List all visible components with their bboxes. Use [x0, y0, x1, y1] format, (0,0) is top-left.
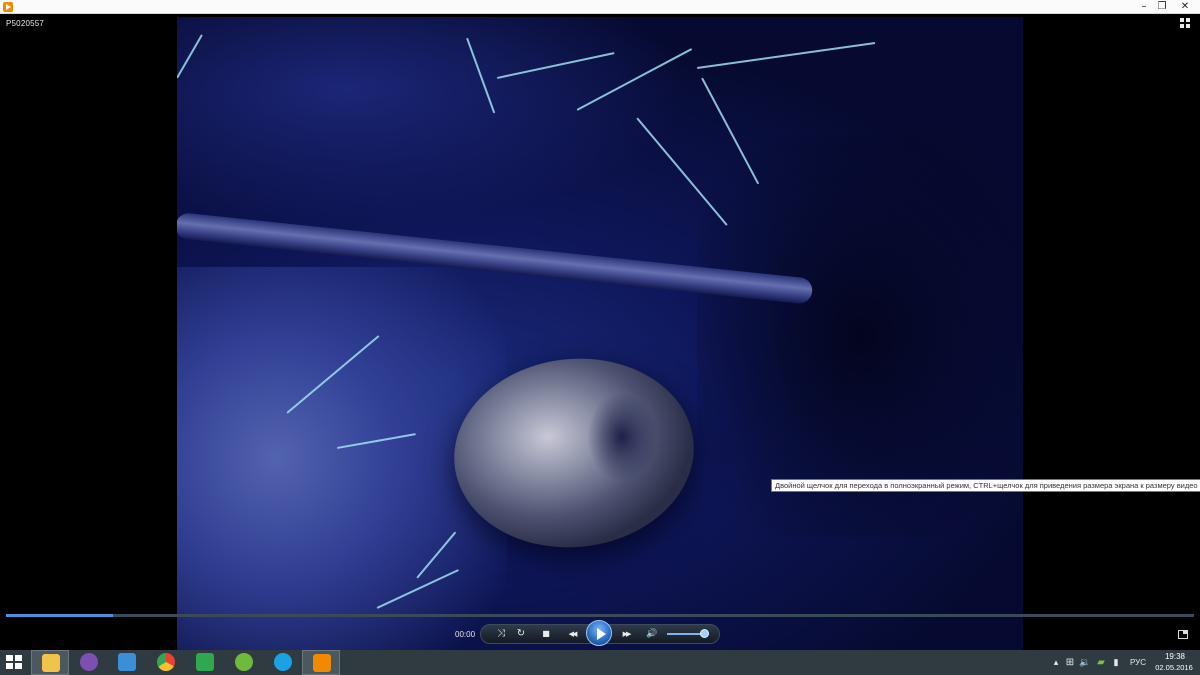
- taskbar-viber[interactable]: [70, 650, 108, 675]
- action-center-icon[interactable]: ⊞: [1064, 650, 1076, 675]
- taskbar-store[interactable]: [186, 650, 224, 675]
- media-player-window: – ❐ ✕ P5020557 Двойной щелчок для перехо…: [0, 0, 1200, 650]
- taskbar-file-explorer[interactable]: [31, 650, 69, 675]
- rewind-button[interactable]: ◀◀: [562, 627, 582, 641]
- file-title: P5020557: [6, 19, 45, 28]
- tray-volume-icon[interactable]: 🔉: [1079, 650, 1091, 675]
- clock-time[interactable]: 19:38: [1155, 652, 1195, 661]
- fullscreen-icon[interactable]: [1178, 630, 1188, 639]
- video-egg-shadow: [587, 392, 657, 482]
- taskbar-utorrent[interactable]: [225, 650, 263, 675]
- video-shadow: [697, 137, 1023, 537]
- minimize-button[interactable]: –: [1134, 0, 1154, 14]
- tray-chevron[interactable]: ▴: [1050, 650, 1062, 675]
- taskbar-audio-app[interactable]: [108, 650, 146, 675]
- taskbar-media-player[interactable]: [302, 650, 340, 675]
- taskbar-skype[interactable]: [264, 650, 302, 675]
- chrome-icon: [157, 653, 175, 671]
- maximize-button[interactable]: ❐: [1152, 0, 1172, 14]
- nvidia-icon[interactable]: ▰: [1094, 650, 1108, 675]
- stop-button[interactable]: ■: [539, 627, 553, 641]
- current-time: 00:00: [455, 630, 476, 639]
- viber-icon: [80, 653, 98, 671]
- network-icon[interactable]: ▮: [1110, 650, 1122, 675]
- media-player-icon[interactable]: [3, 2, 13, 12]
- skype-icon: [274, 653, 292, 671]
- volume-knob[interactable]: [700, 629, 709, 638]
- folder-icon: [42, 654, 60, 672]
- start-button[interactable]: [6, 655, 22, 670]
- shuffle-button[interactable]: ⤨: [494, 627, 508, 641]
- volume-icon[interactable]: 🔊: [645, 627, 659, 641]
- speaker-app-icon: [118, 653, 136, 671]
- switch-to-library-icon[interactable]: [1180, 18, 1192, 30]
- playback-controls: 00:00 ⤨ ↻ ■ ◀◀ ▶▶ 🔊: [0, 618, 1200, 650]
- media-player-icon: [313, 654, 331, 672]
- language-indicator[interactable]: РУС: [1128, 650, 1148, 675]
- seek-progress: [6, 614, 113, 617]
- utorrent-icon: [235, 653, 253, 671]
- volume-level: [667, 633, 701, 635]
- taskbar-chrome[interactable]: [147, 650, 185, 675]
- store-icon: [196, 653, 214, 671]
- clock-date[interactable]: 02.05.2016: [1152, 663, 1196, 672]
- title-bar: – ❐ ✕: [0, 0, 1200, 14]
- close-button[interactable]: ✕: [1175, 0, 1195, 14]
- taskbar: ▴ ⊞ 🔉 ▰ ▮ РУС 19:38 02.05.2016: [0, 650, 1200, 675]
- fast-forward-button[interactable]: ▶▶: [616, 627, 636, 641]
- repeat-button[interactable]: ↻: [514, 627, 528, 641]
- video-tooltip: Двойной щелчок для перехода в полноэкран…: [771, 479, 1200, 492]
- seek-bar[interactable]: [6, 614, 1194, 617]
- play-button[interactable]: [586, 620, 612, 646]
- video-frame[interactable]: [177, 17, 1023, 650]
